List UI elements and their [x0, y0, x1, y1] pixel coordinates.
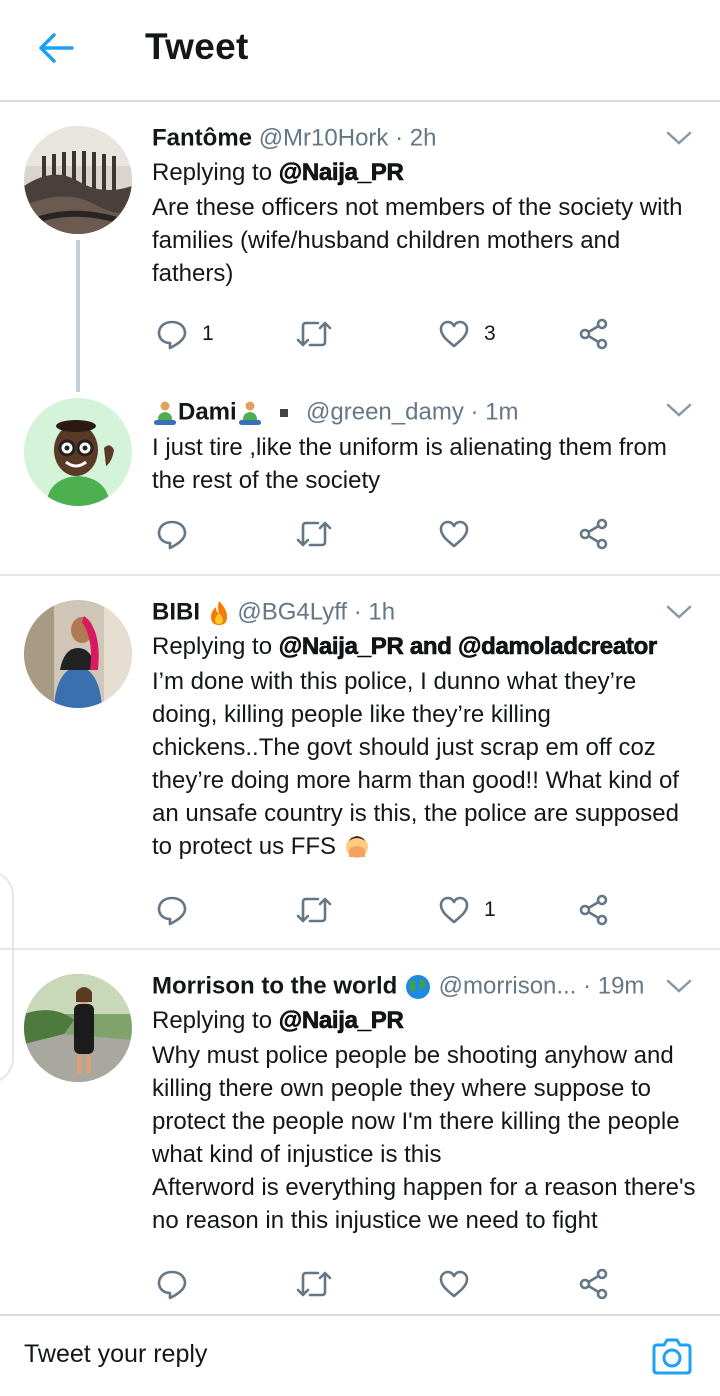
person-meditating-icon: [154, 401, 176, 425]
heart-icon: [439, 320, 469, 348]
retweet-button[interactable]: [296, 890, 346, 930]
reply-icon: [157, 1270, 187, 1300]
replying-handle-link[interactable]: @Naija_PR: [278, 1006, 404, 1034]
timestamp: · 1h: [353, 598, 396, 626]
reply-count: 1: [202, 322, 214, 345]
tweet-text: Are these officers not members of the so…: [152, 193, 683, 287]
reply-button[interactable]: [156, 890, 202, 930]
reply-icon: [157, 320, 187, 350]
camera-icon[interactable]: [650, 1336, 694, 1376]
tweet-1[interactable]: Fantôme @Mr10Hork · 2h Replying to @Naij…: [0, 100, 720, 392]
share-button[interactable]: [578, 514, 610, 554]
display-name[interactable]: Morrison to the world: [152, 973, 397, 1000]
tweet-2[interactable]: Dami @green_damy · 1m I just tire ,like …: [0, 380, 720, 574]
retweet-button[interactable]: [296, 514, 346, 554]
user-handle[interactable]: @Mr10Hork: [259, 125, 389, 152]
tweet-4[interactable]: Morrison to the world @morrison... · 19m…: [0, 950, 720, 1314]
globe-icon: [406, 974, 430, 999]
tweet-header: Dami @green_damy · 1m: [152, 396, 696, 429]
replying-handle-link[interactable]: @Naija_PR: [278, 158, 404, 186]
square-dot-icon: [280, 408, 289, 417]
like-button[interactable]: [438, 514, 484, 554]
like-button[interactable]: 1: [438, 890, 496, 930]
page-title: Tweet: [145, 26, 249, 67]
user-handle[interactable]: @BG4Lyff: [237, 599, 347, 626]
replying-handle-link[interactable]: @Naija_PR and @damoladcreator: [278, 632, 657, 660]
display-name[interactable]: Fantôme: [152, 125, 252, 152]
tweet-3[interactable]: BIBI @BG4Lyff · 1h Replying to @Naija_PR…: [0, 576, 720, 948]
user-handle[interactable]: @green_damy: [306, 399, 464, 426]
share-icon: [579, 518, 608, 550]
back-arrow-icon[interactable]: [36, 28, 76, 68]
like-button[interactable]: 3: [438, 314, 496, 354]
like-count: 1: [484, 898, 496, 921]
avatar[interactable]: [24, 398, 132, 506]
retweet-button[interactable]: [296, 1264, 346, 1304]
tweet-text: I just tire ,like the uniform is alienat…: [152, 433, 667, 494]
timestamp: · 2h: [395, 124, 437, 152]
reply-icon: [157, 520, 187, 550]
timestamp: · 1m: [470, 398, 519, 426]
heart-icon: [439, 1270, 469, 1298]
action-bar: 1 3: [152, 314, 632, 354]
retweet-icon: [296, 897, 332, 923]
share-button[interactable]: [578, 890, 610, 930]
retweet-icon: [296, 521, 332, 547]
action-bar: [152, 514, 632, 554]
retweet-icon: [296, 1271, 332, 1297]
heart-icon: [439, 896, 469, 924]
share-icon: [579, 1268, 608, 1300]
timestamp: · 19m: [583, 972, 645, 1000]
chevron-down-icon[interactable]: [666, 604, 692, 620]
heart-icon: [439, 520, 469, 548]
chevron-down-icon[interactable]: [666, 402, 692, 418]
chevron-down-icon[interactable]: [666, 130, 692, 146]
tweet-header: BIBI @BG4Lyff · 1h: [152, 596, 696, 629]
top-bar: Tweet: [0, 0, 720, 102]
reply-input-placeholder[interactable]: Tweet your reply: [24, 1340, 207, 1369]
tweet-header: Fantôme @Mr10Hork · 2h: [152, 122, 696, 155]
like-button[interactable]: [438, 1264, 484, 1304]
replying-to: Replying to @Naija_PR: [152, 1006, 404, 1034]
reply-button[interactable]: [156, 1264, 202, 1304]
action-bar: 1: [152, 890, 632, 930]
chevron-down-icon[interactable]: [666, 978, 692, 994]
share-button[interactable]: [578, 1264, 610, 1304]
fire-icon: [210, 600, 227, 625]
display-name[interactable]: BIBI: [152, 599, 200, 626]
reply-icon: [157, 896, 187, 926]
share-button[interactable]: [578, 314, 610, 354]
user-handle[interactable]: @morrison...: [439, 973, 577, 1000]
retweet-icon: [296, 321, 332, 347]
replying-to: Replying to @Naija_PR: [152, 158, 404, 186]
tweet-text: I’m done with this police, I dunno what …: [152, 667, 679, 860]
avatar[interactable]: [24, 600, 132, 708]
edge-panel-handle[interactable]: [0, 870, 14, 1084]
avatar[interactable]: [24, 126, 132, 234]
tweet-text: Why must police people be shooting anyho…: [152, 1041, 696, 1234]
display-name[interactable]: Dami: [178, 399, 237, 426]
reply-button[interactable]: 1: [156, 314, 214, 354]
share-icon: [579, 318, 608, 350]
thread-connector: [76, 240, 80, 392]
reply-button[interactable]: [156, 514, 202, 554]
avatar[interactable]: [24, 974, 132, 1082]
person-meditating-icon: [238, 401, 261, 425]
like-count: 3: [484, 322, 496, 345]
retweet-button[interactable]: [296, 314, 346, 354]
tweet-header: Morrison to the world @morrison... · 19m: [152, 970, 696, 1003]
facepalm-emoji-icon: [345, 836, 368, 859]
replying-to: Replying to @Naija_PR and @damoladcreato…: [152, 632, 658, 660]
action-bar: [152, 1264, 632, 1304]
share-icon: [579, 894, 608, 926]
reply-composer[interactable]: Tweet your reply: [0, 1314, 720, 1396]
